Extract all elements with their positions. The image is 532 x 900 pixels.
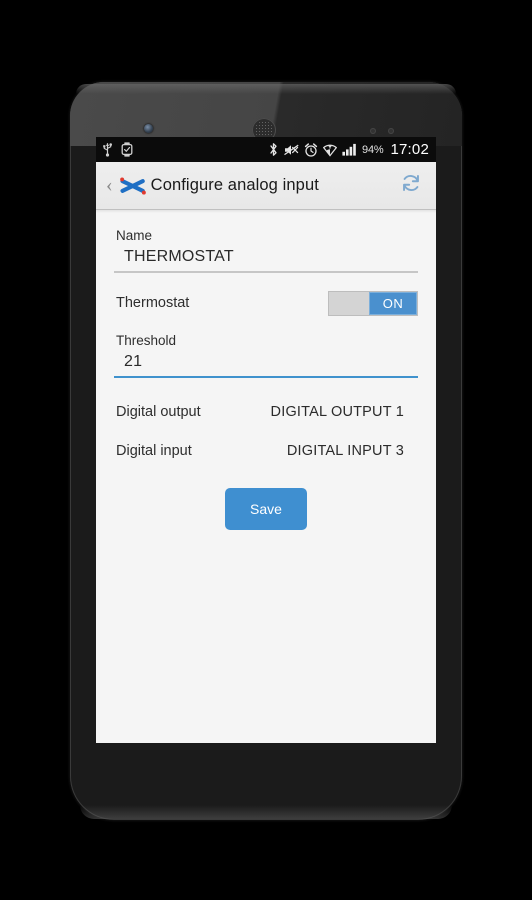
- device-bottom-highlight: [80, 805, 452, 819]
- refresh-button[interactable]: [396, 168, 426, 203]
- thermostat-toggle-label: Thermostat: [116, 295, 190, 311]
- threshold-field-group: Threshold 21: [114, 333, 418, 378]
- thermostat-switch[interactable]: ON: [328, 290, 418, 316]
- threshold-input-underline: [114, 376, 418, 378]
- thermostat-switch-state: ON: [369, 291, 417, 315]
- mute-icon: [284, 144, 299, 155]
- status-bar-clock: 17:02: [390, 141, 429, 158]
- smartwatch-icon: [121, 142, 133, 157]
- wifi-icon: [323, 143, 338, 157]
- action-bar: ‹ Configure analog input: [96, 162, 436, 213]
- digital-input-value: DIGITAL INPUT 3: [286, 442, 404, 459]
- digital-output-row[interactable]: Digital output DIGITAL OUTPUT 1: [114, 392, 418, 431]
- status-bar-right-icons: 94% 17:02: [268, 141, 429, 158]
- screenshot-stage: 94% 17:02 ‹ Configure analog input Name …: [0, 0, 532, 900]
- bluetooth-icon: [270, 143, 277, 156]
- usb-icon: [103, 143, 112, 157]
- form-content: Name THERMOSTAT Thermostat ON Threshold …: [96, 210, 436, 743]
- phone-device-frame: 94% 17:02 ‹ Configure analog input Name …: [70, 82, 462, 820]
- save-button[interactable]: Save: [225, 488, 307, 530]
- thermostat-toggle-row: Thermostat ON: [114, 277, 418, 329]
- refresh-icon: [403, 174, 419, 192]
- device-top-highlight: [76, 84, 456, 94]
- front-camera-icon: [370, 128, 376, 134]
- status-bar-left-icons: [101, 142, 133, 157]
- front-camera-secondary-icon: [388, 128, 394, 134]
- name-field-group: Name THERMOSTAT: [114, 228, 418, 273]
- proximity-sensor-icon: [144, 124, 153, 133]
- digital-output-label: Digital output: [116, 403, 201, 420]
- save-button-container: Save: [114, 488, 418, 530]
- threshold-input[interactable]: 21: [114, 349, 418, 376]
- name-input-underline: [114, 271, 418, 273]
- threshold-label: Threshold: [116, 333, 177, 348]
- digi-x-logo-icon[interactable]: [118, 175, 148, 197]
- back-chevron-icon[interactable]: ‹: [102, 175, 117, 197]
- digital-input-row[interactable]: Digital input DIGITAL INPUT 3: [114, 431, 418, 470]
- name-label: Name: [116, 228, 153, 243]
- digital-output-value: DIGITAL OUTPUT 1: [270, 403, 404, 420]
- status-bar: 94% 17:02: [96, 137, 436, 162]
- phone-screen: 94% 17:02 ‹ Configure analog input Name …: [96, 137, 436, 743]
- cellular-signal-icon: [342, 143, 356, 156]
- name-input[interactable]: THERMOSTAT: [114, 244, 418, 271]
- battery-percentage: 94%: [362, 143, 384, 156]
- digital-input-label: Digital input: [116, 442, 192, 459]
- alarm-icon: [304, 142, 318, 157]
- page-title: Configure analog input: [150, 176, 319, 194]
